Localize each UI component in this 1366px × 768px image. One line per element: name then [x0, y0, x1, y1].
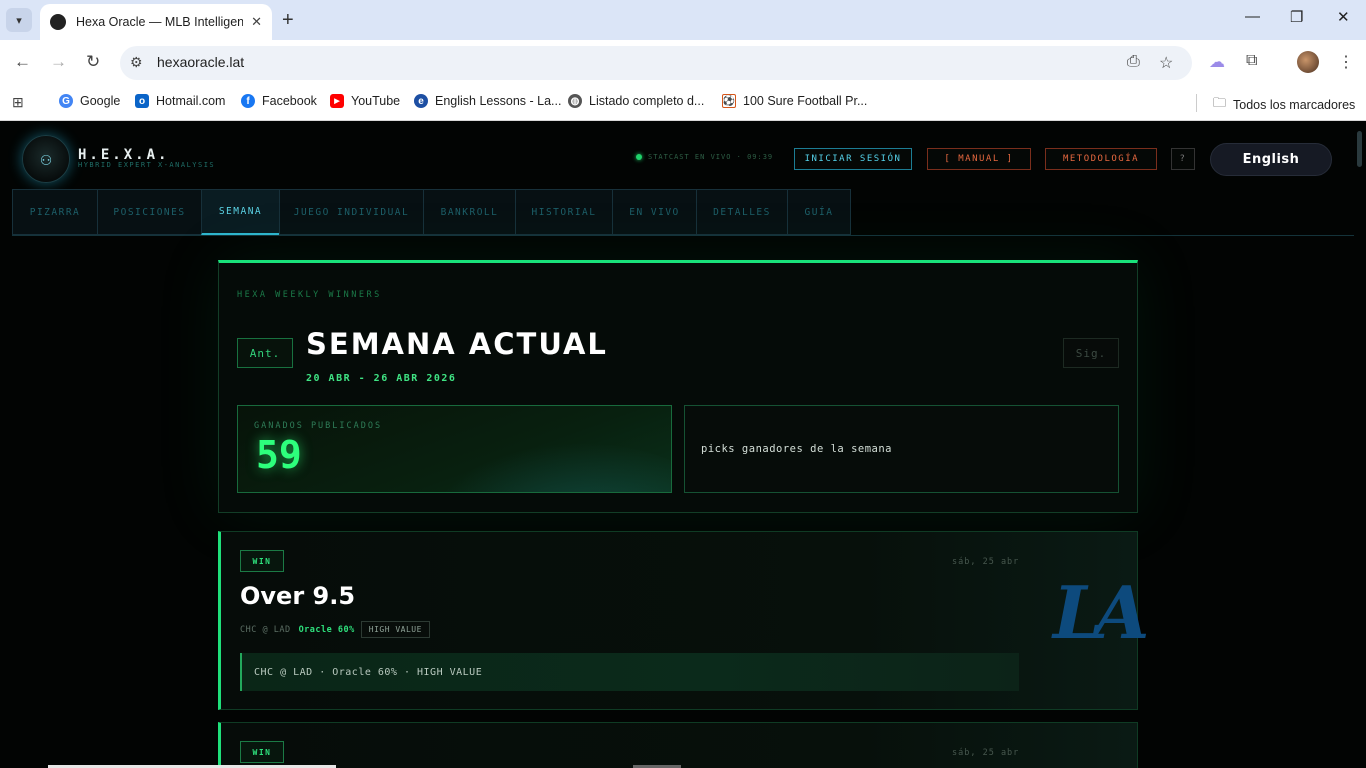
pick-card[interactable]: WIN sáb, 25 abr	[218, 722, 1138, 768]
pick-date: sáb, 25 abr	[952, 557, 1020, 567]
tab-list-chevron-icon[interactable]: ▾	[6, 8, 32, 32]
pick-matchup: CHC @ LAD	[240, 624, 291, 635]
bookmark-hotmail[interactable]: o Hotmail.com	[135, 94, 225, 108]
tab-pizarra[interactable]: PIZARRA	[12, 189, 98, 235]
bookmarks-divider	[1196, 94, 1197, 112]
info-text: picks ganadores de la semana	[701, 443, 893, 455]
tab-posiciones[interactable]: POSICIONES	[97, 189, 202, 235]
manual-button[interactable]: [ MANUAL ]	[927, 148, 1031, 170]
globe-icon: ◍	[568, 94, 582, 108]
live-status: STATCAST EN VIVO · 09:39	[636, 153, 773, 161]
weekly-winners-panel: HEXA WEEKLY WINNERS Ant. SEMANA ACTUAL 2…	[218, 260, 1138, 513]
football-icon: ⚽	[722, 94, 736, 108]
new-tab-plus-icon[interactable]: +	[282, 8, 294, 32]
apps-grid-icon[interactable]: ⊞	[12, 94, 24, 111]
stat-decoration	[431, 442, 671, 492]
previous-week-button[interactable]: Ant.	[237, 338, 293, 368]
site-info-icon[interactable]: ⚙	[130, 54, 143, 71]
browser-toolbar: ← → ↻ ⚙ hexaoracle.lat ⎙ ☆ ☁ ⧉ ⋮	[0, 40, 1366, 86]
youtube-icon: ▶	[330, 94, 344, 108]
pick-meta: CHC @ LAD Oracle 60% HIGH VALUE	[240, 621, 430, 638]
tab-historial[interactable]: HISTORIAL	[515, 189, 613, 235]
address-bar[interactable]: ⚙ hexaoracle.lat ⎙ ☆	[120, 46, 1192, 80]
extension-cloud-icon[interactable]: ☁	[1209, 52, 1225, 72]
forward-arrow-icon[interactable]: →	[50, 52, 67, 72]
login-button[interactable]: INICIAR SESIÓN	[794, 148, 912, 170]
win-badge: WIN	[240, 550, 284, 572]
folder-icon: 🗀	[1213, 95, 1227, 110]
tab-en-vivo[interactable]: EN VIVO	[612, 189, 697, 235]
wins-published-card: GANADOS PUBLICADOS 59	[237, 405, 672, 493]
bookmark-star-icon[interactable]: ☆	[1159, 53, 1173, 73]
live-dot-icon	[636, 154, 642, 160]
weekly-picks-info-card: picks ganadores de la semana	[684, 405, 1119, 493]
bookmarks-bar: ⊞ G Google o Hotmail.com f Facebook ▶ YouTub…	[0, 86, 1366, 121]
outlook-icon: o	[135, 94, 149, 108]
nav-divider	[12, 235, 1354, 236]
facebook-icon: f	[241, 94, 255, 108]
live-status-text: STATCAST EN VIVO · 09:39	[648, 153, 774, 161]
bookmark-listado[interactable]: ◍ Listado completo d...	[568, 94, 704, 108]
back-arrow-icon[interactable]: ←	[14, 52, 31, 72]
window-close-icon[interactable]: ✕	[1337, 8, 1350, 26]
pick-oracle-confidence: Oracle 60%	[298, 624, 355, 635]
pick-card[interactable]: WIN sáb, 25 abr Over 9.5 CHC @ LAD Oracl…	[218, 531, 1149, 710]
bookmark-english-lessons[interactable]: e English Lessons - La...	[414, 94, 561, 108]
tab-bankroll[interactable]: BANKROLL	[423, 189, 516, 235]
profile-avatar[interactable]	[1297, 51, 1319, 73]
url-text[interactable]: hexaoracle.lat	[157, 54, 244, 70]
browser-tab-active[interactable]: Hexa Oracle — MLB Intelligence ✕	[40, 4, 272, 40]
install-app-icon[interactable]: ⎙	[1127, 53, 1140, 71]
bookmark-label: 100 Sure Football Pr...	[743, 94, 868, 108]
week-date-range: 20 ABR - 26 ABR 2026	[306, 373, 457, 384]
bookmark-label: Listado completo d...	[589, 94, 705, 108]
bookmark-label: Google	[80, 94, 121, 108]
pick-title: Over 9.5	[240, 582, 356, 610]
bookmark-facebook[interactable]: f Facebook	[241, 94, 317, 108]
tab-title: Hexa Oracle — MLB Intelligence	[76, 15, 244, 29]
page: ⚇ H.E.X.A. HYBRID EXPERT X-ANALYSIS STAT…	[0, 121, 1366, 768]
all-bookmarks-label: Todos los marcadores	[1233, 98, 1356, 112]
all-bookmarks[interactable]: 🗀 Todos los marcadores	[1213, 94, 1355, 116]
next-week-button[interactable]: Sig.	[1063, 338, 1119, 368]
hexa-logo-icon[interactable]: ⚇	[22, 135, 70, 183]
win-badge: WIN	[240, 741, 284, 763]
methodology-button[interactable]: METODOLOGÍA	[1045, 148, 1157, 170]
week-title: SEMANA ACTUAL	[306, 327, 608, 361]
pick-date: sáb, 25 abr	[952, 748, 1020, 758]
browser-tabstrip: ▾ Hexa Oracle — MLB Intelligence ✕ + — ❐…	[0, 0, 1366, 40]
english-lessons-icon: e	[414, 94, 428, 108]
bookmark-youtube[interactable]: ▶ YouTube	[330, 94, 400, 108]
menu-kebab-icon[interactable]: ⋮	[1338, 52, 1354, 72]
tab-detalles[interactable]: DETALLES	[696, 189, 788, 235]
brand-subtitle: HYBRID EXPERT X-ANALYSIS	[78, 161, 216, 169]
bookmark-label: English Lessons - La...	[435, 94, 562, 108]
window-restore-icon[interactable]: ❐	[1290, 8, 1303, 26]
tab-favicon-icon	[50, 14, 66, 30]
dodgers-logo-icon: LA	[1053, 570, 1149, 655]
reload-icon[interactable]: ↻	[86, 52, 100, 72]
bookmark-label: YouTube	[351, 94, 401, 108]
tab-close-icon[interactable]: ✕	[251, 14, 262, 30]
stat-label: GANADOS PUBLICADOS	[254, 421, 383, 431]
google-icon: G	[59, 94, 73, 108]
value-badge: HIGH VALUE	[360, 621, 430, 638]
page-scrollbar[interactable]	[1357, 131, 1362, 167]
stat-value: 59	[256, 433, 302, 477]
bookmark-label: Hotmail.com	[156, 94, 226, 108]
tab-semana[interactable]: SEMANA	[201, 189, 280, 235]
panel-eyebrow: HEXA WEEKLY WINNERS	[237, 290, 382, 300]
help-button[interactable]: ?	[1171, 148, 1195, 170]
bookmark-google[interactable]: G Google	[59, 94, 120, 108]
language-toggle-button[interactable]: English	[1210, 143, 1332, 176]
tab-juego-individual[interactable]: JUEGO INDIVIDUAL	[279, 189, 424, 235]
bookmark-football[interactable]: ⚽ 100 Sure Football Pr...	[722, 94, 867, 108]
tab-guia[interactable]: GUÍA	[787, 189, 851, 235]
bookmark-label: Facebook	[262, 94, 317, 108]
main-nav-tabs: PIZARRA POSICIONES SEMANA JUEGO INDIVIDU…	[12, 189, 851, 235]
window-minimize-icon[interactable]: —	[1245, 8, 1260, 25]
pick-detail: CHC @ LAD · Oracle 60% · HIGH VALUE	[240, 653, 1019, 691]
extensions-puzzle-icon[interactable]: ⧉	[1246, 52, 1257, 70]
